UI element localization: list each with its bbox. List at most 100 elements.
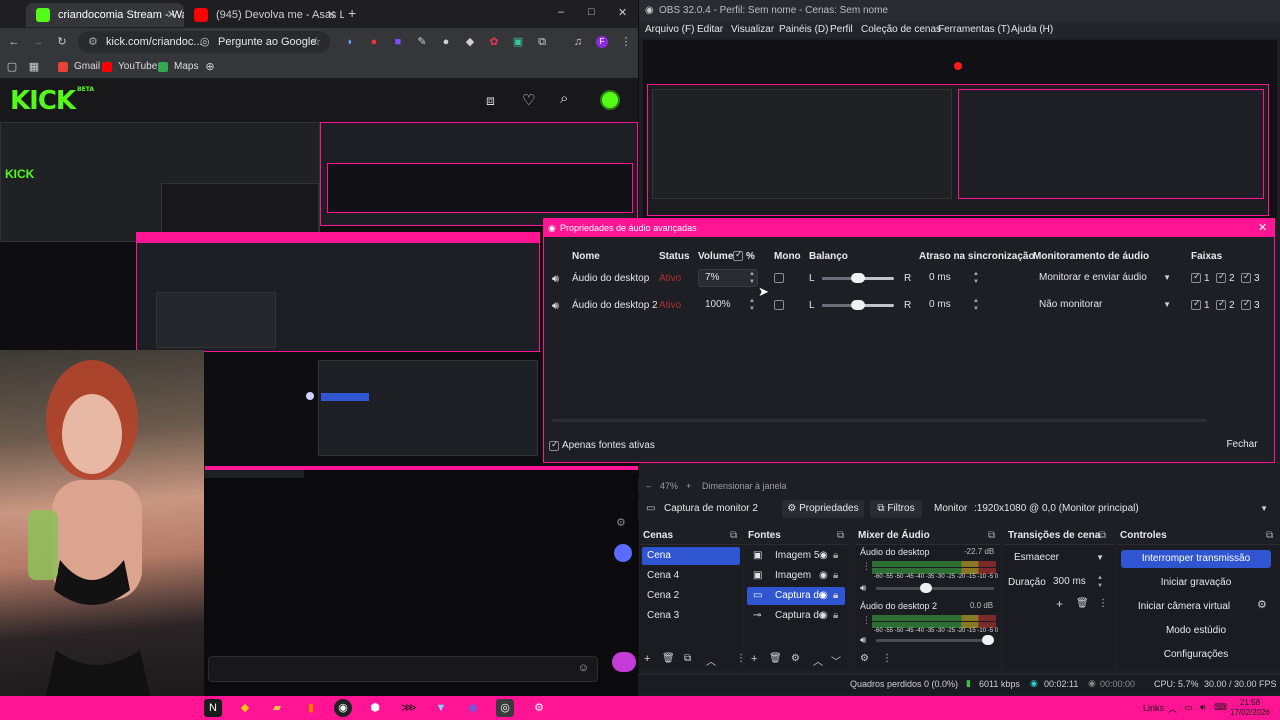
row1-monitoring-select[interactable]: Monitorar e enviar áudio ▼: [1033, 269, 1177, 287]
only-active-checkbox[interactable]: [549, 439, 559, 451]
duck-app-icon[interactable]: ◆: [236, 699, 254, 717]
menu-help[interactable]: Ajuda (H): [1011, 22, 1053, 38]
scene-item[interactable]: Cena: [642, 547, 740, 565]
chat-settings-icon[interactable]: ⚙: [616, 516, 630, 530]
slider-knob[interactable]: [851, 300, 865, 310]
apps-grid-icon[interactable]: ▦: [28, 61, 40, 73]
dock-menu-icon[interactable]: ⧉: [1099, 528, 1106, 544]
heart-icon[interactable]: ♡: [522, 91, 535, 109]
mixer-volume-slider[interactable]: [876, 635, 994, 645]
search-icon[interactable]: ⌕: [560, 90, 568, 107]
add-scene-icon[interactable]: +: [644, 653, 650, 665]
chat-emote-icon[interactable]: [614, 544, 632, 562]
file-explorer-icon[interactable]: ▰: [268, 699, 286, 717]
obs-preview[interactable]: [643, 40, 1277, 220]
tray-chevron-icon[interactable]: ︿: [1168, 702, 1177, 715]
tab-search-icon[interactable]: ▢: [6, 61, 18, 73]
maximize-button[interactable]: □: [588, 6, 595, 18]
extension-icon[interactable]: ▣: [512, 36, 524, 48]
lock-icon[interactable]: 🔒︎: [833, 547, 838, 565]
globe-icon[interactable]: ⊕: [204, 61, 216, 73]
more-icon[interactable]: ⋮: [882, 653, 892, 664]
menu-scene-collection[interactable]: Coleção de cenas: [861, 22, 941, 38]
scene-filters-icon[interactable]: ⧉: [684, 653, 691, 664]
mixer-settings-icon[interactable]: ⚙: [860, 653, 869, 664]
new-tab-button[interactable]: +: [348, 5, 356, 21]
eye-icon[interactable]: ◉: [819, 607, 828, 625]
reload-icon[interactable]: ↻: [56, 36, 68, 48]
add-transition-icon[interactable]: +: [1056, 597, 1063, 611]
bookmark-youtube[interactable]: YouTube: [102, 59, 157, 75]
forward-icon[interactable]: →: [32, 36, 44, 48]
more-icon[interactable]: ⋮: [1098, 598, 1108, 609]
resize-to-window-button[interactable]: Dimensionar à janela: [702, 481, 787, 491]
minimize-button[interactable]: –: [558, 6, 564, 18]
spin-arrows-icon[interactable]: ▲ ▼: [973, 270, 979, 286]
transition-type-select[interactable]: Esmaecer ▼: [1008, 549, 1110, 567]
settings-button[interactable]: Configurações: [1121, 646, 1271, 664]
row1-volume-input[interactable]: 7% ▲ ▼: [698, 269, 758, 287]
dock-menu-icon[interactable]: ⧉: [988, 528, 995, 544]
source-item[interactable]: ▣ Imagem 5 ◉ 🔒︎: [747, 547, 845, 565]
speaker-icon[interactable]: 🔊︎: [860, 635, 866, 646]
dock-menu-icon[interactable]: ⧉: [730, 528, 737, 544]
clock-date[interactable]: 17/02/2026: [1230, 708, 1270, 717]
row1-track1-checkbox[interactable]: [1191, 271, 1201, 283]
start-recording-button[interactable]: Iniciar gravação: [1121, 574, 1271, 592]
row2-monitoring-select[interactable]: Não monitorar ▼: [1033, 296, 1177, 314]
row2-track3-checkbox[interactable]: [1241, 298, 1251, 310]
row1-track3-checkbox[interactable]: [1241, 271, 1251, 283]
move-up-icon[interactable]: ︿: [706, 653, 716, 668]
menu-profile[interactable]: Perfil: [830, 22, 853, 38]
chrome-icon[interactable]: ◉: [334, 699, 352, 717]
speaker-icon[interactable]: 🔊︎: [552, 273, 559, 286]
dialog-close-icon[interactable]: ✕: [1258, 221, 1267, 234]
extension-icon[interactable]: ●: [440, 36, 452, 48]
eye-icon[interactable]: ◉: [819, 547, 828, 565]
extension-icon[interactable]: ✿: [488, 36, 500, 48]
filters-button[interactable]: ⧉ Filtros: [870, 500, 922, 518]
menu-tools[interactable]: Ferramentas (T): [938, 22, 1010, 38]
close-dialog-button[interactable]: Fechar: [1216, 436, 1268, 454]
mixer-menu-icon[interactable]: ⋮: [862, 615, 871, 626]
profile-avatar-icon[interactable]: F: [596, 36, 608, 48]
source-item[interactable]: ⊸ Captura de ◉ 🔒︎: [747, 607, 845, 625]
media-icon[interactable]: ♫: [572, 36, 584, 48]
source-item[interactable]: ▭ Captura de ◉ 🔒︎: [747, 587, 845, 605]
notion-icon[interactable]: N: [204, 699, 222, 717]
chat-send-icon[interactable]: [612, 652, 636, 672]
scene-item[interactable]: Cena 4: [642, 567, 740, 585]
row2-volume-input[interactable]: 100% ▲ ▼: [698, 296, 758, 314]
row2-sync-input[interactable]: 0 ms ▲ ▼: [922, 296, 982, 314]
user-avatar[interactable]: [600, 90, 620, 110]
row1-mono-checkbox[interactable]: [774, 273, 784, 283]
back-icon[interactable]: ←: [8, 36, 20, 48]
extension-icon[interactable]: ✎: [416, 36, 428, 48]
extensions-puzzle-icon[interactable]: ⧉: [536, 36, 548, 48]
virtual-camera-settings-icon[interactable]: ⚙: [1257, 598, 1267, 611]
mixer-volume-slider[interactable]: [876, 583, 994, 593]
source-settings-icon[interactable]: ⚙: [791, 653, 800, 664]
settings-gear-icon[interactable]: ⚙: [530, 699, 548, 717]
site-info-icon[interactable]: ⚙: [88, 31, 98, 53]
preview-transform-handle[interactable]: [954, 62, 962, 70]
bookmark-gmail[interactable]: Gmail: [58, 59, 100, 75]
studio-mode-button[interactable]: Modo estúdio: [1121, 622, 1271, 640]
row2-track2-checkbox[interactable]: [1216, 298, 1226, 310]
source-item[interactable]: ▣ Imagem ◉ 🔒︎: [747, 567, 845, 585]
row2-balance-slider[interactable]: [822, 300, 894, 310]
eye-icon[interactable]: ◉: [819, 587, 828, 605]
close-tab-icon[interactable]: ✕: [327, 3, 336, 27]
mixer-menu-icon[interactable]: ⋮: [862, 561, 871, 572]
percent-toggle-checkbox[interactable]: [733, 249, 743, 261]
tab-youtube[interactable]: (945) Devolva me - Asas Livres ✕: [184, 3, 344, 27]
clock-time[interactable]: 21:58: [1240, 698, 1260, 707]
row2-mono-checkbox[interactable]: [774, 300, 784, 310]
horizontal-scrollbar[interactable]: [552, 419, 1207, 422]
zoom-in-icon[interactable]: +: [686, 481, 691, 491]
speaker-icon[interactable]: 🔊︎: [860, 583, 866, 594]
more-menu-icon[interactable]: ⋮: [620, 36, 632, 48]
move-up-icon[interactable]: ︿: [813, 653, 823, 668]
remove-source-icon[interactable]: 🗑︎: [769, 653, 782, 664]
remove-transition-icon[interactable]: 🗑︎: [1076, 598, 1089, 609]
